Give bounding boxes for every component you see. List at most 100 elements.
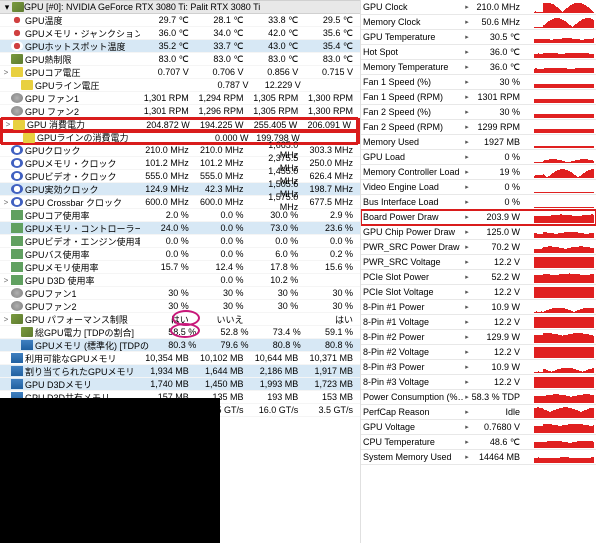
chevron-right-icon[interactable]: ▸ bbox=[463, 303, 471, 311]
monitor-row[interactable]: GPU Clock▸210.0 MHz bbox=[361, 0, 596, 15]
monitor-row[interactable]: Fan 1 Speed (%)▸30 % bbox=[361, 75, 596, 90]
sensor-row[interactable]: GPUクロック210.0 MHz210.0 MHz1,665.0 MHz303.… bbox=[0, 144, 360, 157]
sensor-row[interactable]: GPUコア使用率2.0 %0.0 %30.0 %2.9 % bbox=[0, 209, 360, 222]
chevron-right-icon[interactable]: ▸ bbox=[463, 78, 471, 86]
monitor-row[interactable]: Hot Spot▸36.0 ℃ bbox=[361, 45, 596, 60]
monitor-value: 30 % bbox=[471, 107, 523, 117]
monitor-row[interactable]: GPU Chip Power Draw▸125.0 W bbox=[361, 225, 596, 240]
monitor-row[interactable]: 8-Pin #2 Voltage▸12.2 V bbox=[361, 345, 596, 360]
chevron-right-icon[interactable]: ▸ bbox=[463, 288, 471, 296]
chevron-right-icon[interactable]: ▸ bbox=[463, 333, 471, 341]
chevron-right-icon[interactable]: ▸ bbox=[463, 33, 471, 41]
sensor-icon bbox=[11, 223, 23, 233]
chevron-right-icon[interactable]: ▸ bbox=[463, 168, 471, 176]
sensor-row[interactable]: GPU ファン21,301 RPM1,296 RPM1,305 RPM1,300… bbox=[0, 105, 360, 118]
monitor-row[interactable]: 8-Pin #2 Power▸129.9 W bbox=[361, 330, 596, 345]
sensor-row[interactable]: >GPU 消費電力204.872 W194.225 W255.405 W206.… bbox=[0, 118, 360, 131]
chevron-right-icon[interactable]: ▸ bbox=[463, 243, 471, 251]
monitor-row[interactable]: Fan 2 Speed (RPM)▸1299 RPM bbox=[361, 120, 596, 135]
chevron-right-icon[interactable]: ▸ bbox=[463, 258, 471, 266]
monitor-row[interactable]: GPU Temperature▸30.5 ℃ bbox=[361, 30, 596, 45]
chevron-right-icon[interactable]: > bbox=[1, 198, 11, 207]
chevron-right-icon[interactable]: > bbox=[1, 68, 11, 77]
sensor-row[interactable]: GPU温度29.7 ℃28.1 ℃33.8 ℃29.5 ℃ bbox=[0, 14, 360, 27]
monitor-row[interactable]: PWR_SRC Voltage▸12.2 V bbox=[361, 255, 596, 270]
monitor-row[interactable]: GPU Load▸0 % bbox=[361, 150, 596, 165]
chevron-right-icon[interactable]: ▸ bbox=[463, 423, 471, 431]
chevron-right-icon[interactable]: ▸ bbox=[463, 438, 471, 446]
sensor-row[interactable]: GPUバス使用率0.0 %0.0 %6.0 %0.2 % bbox=[0, 248, 360, 261]
monitor-row[interactable]: Bus Interface Load▸0 % bbox=[361, 195, 596, 210]
chevron-right-icon[interactable]: ▸ bbox=[463, 408, 471, 416]
sensor-row[interactable]: GPUメモリ・クロック101.2 MHz101.2 MHz2,375.5 MHz… bbox=[0, 157, 360, 170]
monitor-row[interactable]: System Memory Used▸14464 MB bbox=[361, 450, 596, 465]
chevron-right-icon[interactable]: ▸ bbox=[463, 183, 471, 191]
sensor-row[interactable]: GPUビデオ・クロック555.0 MHz555.0 MHz1,455.0 MHz… bbox=[0, 170, 360, 183]
monitor-row[interactable]: PCIe Slot Power▸52.2 W bbox=[361, 270, 596, 285]
sensor-row[interactable]: >GPU パフォーマンス制限はいいいえはい bbox=[0, 313, 360, 326]
sensor-row[interactable]: GPUメモリ・ジャンクション温度36.0 ℃34.0 ℃42.0 ℃35.6 ℃ bbox=[0, 27, 360, 40]
monitor-row[interactable]: PerfCap Reason▸Idle bbox=[361, 405, 596, 420]
chevron-right-icon[interactable]: > bbox=[1, 276, 11, 285]
sensor-row[interactable]: GPUメモリ (標準化) [TDPの…80.3 %79.6 %80.8 %80.… bbox=[0, 339, 360, 352]
sensor-row[interactable]: GPUホットスポット温度35.2 ℃33.7 ℃43.0 ℃35.4 ℃ bbox=[0, 40, 360, 53]
chevron-right-icon[interactable]: ▸ bbox=[463, 393, 471, 401]
sensor-row[interactable]: 総GPU電力 [TDPの割合]58.5 %52.8 %73.4 %59.1 % bbox=[0, 326, 360, 339]
sensor-row[interactable]: 割り当てられたGPUメモリ1,934 MB1,644 MB2,186 MB1,9… bbox=[0, 365, 360, 378]
monitor-row[interactable]: 8-Pin #3 Power▸10.9 W bbox=[361, 360, 596, 375]
sensor-row[interactable]: GPUメモリ使用率15.7 %12.4 %17.8 %15.6 % bbox=[0, 261, 360, 274]
monitor-row[interactable]: GPU Voltage▸0.7680 V bbox=[361, 420, 596, 435]
sensor-row[interactable]: GPUファン130 %30 %30 %30 % bbox=[0, 287, 360, 300]
sensor-row[interactable]: >GPUコア電圧0.707 V0.706 V0.856 V0.715 V bbox=[0, 66, 360, 79]
chevron-right-icon[interactable]: ▸ bbox=[463, 123, 471, 131]
chevron-right-icon[interactable]: ▸ bbox=[463, 453, 471, 461]
sensor-row[interactable]: GPU実効クロック124.9 MHz42.3 MHz1,505.6 MHz198… bbox=[0, 183, 360, 196]
monitor-row[interactable]: Memory Controller Load▸19 % bbox=[361, 165, 596, 180]
chevron-right-icon[interactable]: ▸ bbox=[463, 138, 471, 146]
chevron-right-icon[interactable]: > bbox=[1, 315, 11, 324]
sensor-row[interactable]: GPU ファン11,301 RPM1,294 RPM1,305 RPM1,300… bbox=[0, 92, 360, 105]
chevron-right-icon[interactable]: ▸ bbox=[463, 378, 471, 386]
monitor-row[interactable]: Board Power Draw▸203.9 W bbox=[361, 210, 596, 225]
chevron-right-icon[interactable]: ▸ bbox=[463, 108, 471, 116]
chevron-right-icon[interactable]: ▸ bbox=[463, 18, 471, 26]
sensor-row[interactable]: GPUライン電圧0.787 V12.229 V bbox=[0, 79, 360, 92]
chevron-right-icon[interactable]: ▸ bbox=[463, 318, 471, 326]
monitor-row[interactable]: 8-Pin #1 Voltage▸12.2 V bbox=[361, 315, 596, 330]
monitor-row[interactable]: Fan 1 Speed (RPM)▸1301 RPM bbox=[361, 90, 596, 105]
monitor-row[interactable]: Fan 2 Speed (%)▸30 % bbox=[361, 105, 596, 120]
chevron-right-icon[interactable]: ▸ bbox=[463, 213, 471, 221]
monitor-row[interactable]: CPU Temperature▸48.6 ℃ bbox=[361, 435, 596, 450]
gpu-header[interactable]: ▾ GPU [#0]: NVIDIA GeForce RTX 3080 Ti: … bbox=[0, 0, 360, 14]
chevron-right-icon[interactable]: ▸ bbox=[463, 48, 471, 56]
sensor-row[interactable]: GPUビデオ・エンジン使用率0.0 %0.0 %0.0 %0.0 % bbox=[0, 235, 360, 248]
sensor-row[interactable]: >GPU D3D 使用率0.0 %10.2 % bbox=[0, 274, 360, 287]
chevron-right-icon[interactable]: ▸ bbox=[463, 363, 471, 371]
monitor-row[interactable]: Video Engine Load▸0 % bbox=[361, 180, 596, 195]
chevron-right-icon[interactable]: > bbox=[3, 120, 13, 129]
monitor-row[interactable]: 8-Pin #3 Voltage▸12.2 V bbox=[361, 375, 596, 390]
sensor-row[interactable]: 利用可能なGPUメモリ10,354 MB10,102 MB10,644 MB10… bbox=[0, 352, 360, 365]
sensor-row[interactable]: GPUメモリ・コントローラー使用率24.0 %0.0 %73.0 %23.6 % bbox=[0, 222, 360, 235]
sensor-row[interactable]: >GPU Crossbar クロック600.0 MHz600.0 MHz1,57… bbox=[0, 196, 360, 209]
sensor-row[interactable]: GPU熱制限83.0 ℃83.0 ℃83.0 ℃83.0 ℃ bbox=[0, 53, 360, 66]
sensor-row[interactable]: GPUファン230 %30 %30 %30 % bbox=[0, 300, 360, 313]
chevron-right-icon[interactable]: ▸ bbox=[463, 198, 471, 206]
chevron-right-icon[interactable]: ▸ bbox=[463, 63, 471, 71]
sensor-row[interactable]: GPU D3Dメモリ1,740 MB1,450 MB1,993 MB1,723 … bbox=[0, 378, 360, 391]
expand-icon[interactable]: ▾ bbox=[2, 2, 12, 13]
monitor-row[interactable]: 8-Pin #1 Power▸10.9 W bbox=[361, 300, 596, 315]
sensor-row[interactable]: GPUラインの消費電力0.000 W199.798 W bbox=[0, 131, 360, 144]
chevron-right-icon[interactable]: ▸ bbox=[463, 3, 471, 11]
chevron-right-icon[interactable]: ▸ bbox=[463, 93, 471, 101]
monitor-row[interactable]: Memory Clock▸50.6 MHz bbox=[361, 15, 596, 30]
monitor-row[interactable]: Memory Used▸1927 MB bbox=[361, 135, 596, 150]
monitor-row[interactable]: Power Consumption (%…▸58.3 % TDP bbox=[361, 390, 596, 405]
monitor-row[interactable]: PCIe Slot Voltage▸12.2 V bbox=[361, 285, 596, 300]
chevron-right-icon[interactable]: ▸ bbox=[463, 348, 471, 356]
chevron-right-icon[interactable]: ▸ bbox=[463, 153, 471, 161]
chevron-right-icon[interactable]: ▸ bbox=[463, 228, 471, 236]
monitor-row[interactable]: Memory Temperature▸36.0 ℃ bbox=[361, 60, 596, 75]
monitor-row[interactable]: PWR_SRC Power Draw▸70.2 W bbox=[361, 240, 596, 255]
chevron-right-icon[interactable]: ▸ bbox=[463, 273, 471, 281]
